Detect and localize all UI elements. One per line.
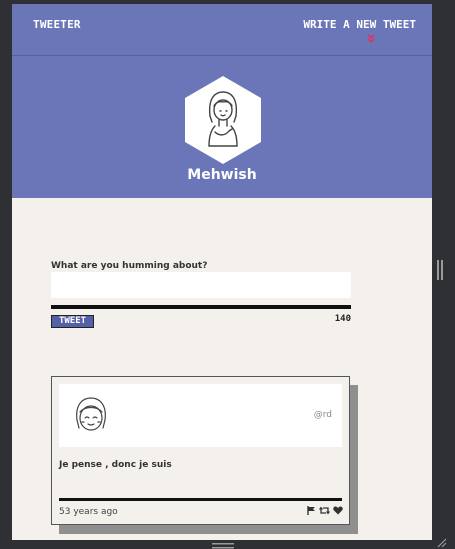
- tweet-card: @rd Je pense , donc je suis 53 years ago: [51, 376, 350, 525]
- divider: [59, 498, 342, 501]
- profile-header: Mehwish: [12, 56, 432, 198]
- tweet-card-header: @rd: [59, 384, 342, 447]
- chevron-double-down-icon[interactable]: [367, 34, 375, 46]
- write-new-tweet-link[interactable]: WRITE A NEW TWEET: [303, 18, 416, 31]
- tweet-input[interactable]: [51, 272, 351, 298]
- tweet-button[interactable]: TWEET: [51, 315, 94, 328]
- bottom-resize-handle[interactable]: [212, 543, 234, 549]
- flag-icon[interactable]: [307, 506, 316, 515]
- navbar: TWEETER WRITE A NEW TWEET: [12, 4, 432, 56]
- char-counter: 140: [334, 314, 351, 324]
- heart-icon[interactable]: [333, 506, 343, 515]
- brand-logo[interactable]: TWEETER: [33, 18, 81, 31]
- tweet-text: Je pense , donc je suis: [59, 460, 172, 470]
- app-window: TWEETER WRITE A NEW TWEET Mehwish What a…: [12, 4, 432, 540]
- tweet-timestamp: 53 years ago: [59, 507, 118, 517]
- resize-handle[interactable]: [437, 260, 443, 280]
- profile-name: Mehwish: [187, 167, 257, 183]
- tweet-handle[interactable]: @rd: [314, 410, 332, 420]
- compose-label: What are you humming about?: [51, 261, 208, 271]
- retweet-icon[interactable]: [319, 506, 330, 515]
- divider: [51, 305, 351, 309]
- user-avatar-icon: [185, 76, 261, 164]
- user-avatar-icon: [76, 397, 106, 431]
- tweet-actions: [307, 506, 343, 515]
- corner-resize-handle[interactable]: [437, 538, 447, 548]
